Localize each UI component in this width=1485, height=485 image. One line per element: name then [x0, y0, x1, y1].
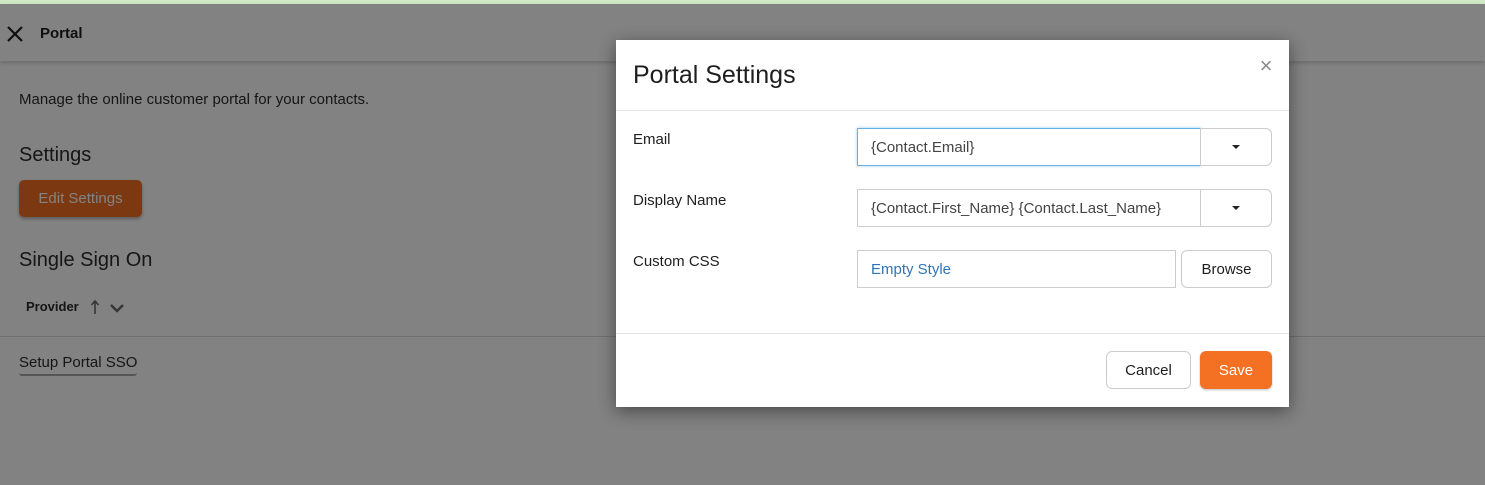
- browse-button[interactable]: Browse: [1181, 250, 1272, 288]
- dialog-footer-divider: [616, 333, 1289, 334]
- save-button[interactable]: Save: [1200, 351, 1272, 389]
- email-field[interactable]: [857, 128, 1201, 166]
- display-name-dropdown[interactable]: [1200, 189, 1272, 227]
- caret-down-icon: [1232, 206, 1240, 210]
- caret-down-icon: [1232, 145, 1240, 149]
- portal-settings-dialog: Portal Settings × Email Display Name Cus…: [616, 40, 1289, 407]
- cancel-button[interactable]: Cancel: [1106, 351, 1191, 389]
- dialog-header-divider: [616, 110, 1289, 111]
- dialog-title: Portal Settings: [633, 61, 796, 89]
- custom-css-label: Custom CSS: [633, 253, 720, 270]
- email-field-dropdown[interactable]: [1200, 128, 1272, 166]
- custom-css-field[interactable]: [857, 250, 1176, 288]
- display-name-label: Display Name: [633, 192, 727, 209]
- dialog-close-icon[interactable]: ×: [1256, 55, 1276, 77]
- email-label: Email: [633, 131, 671, 148]
- display-name-field[interactable]: [857, 189, 1201, 227]
